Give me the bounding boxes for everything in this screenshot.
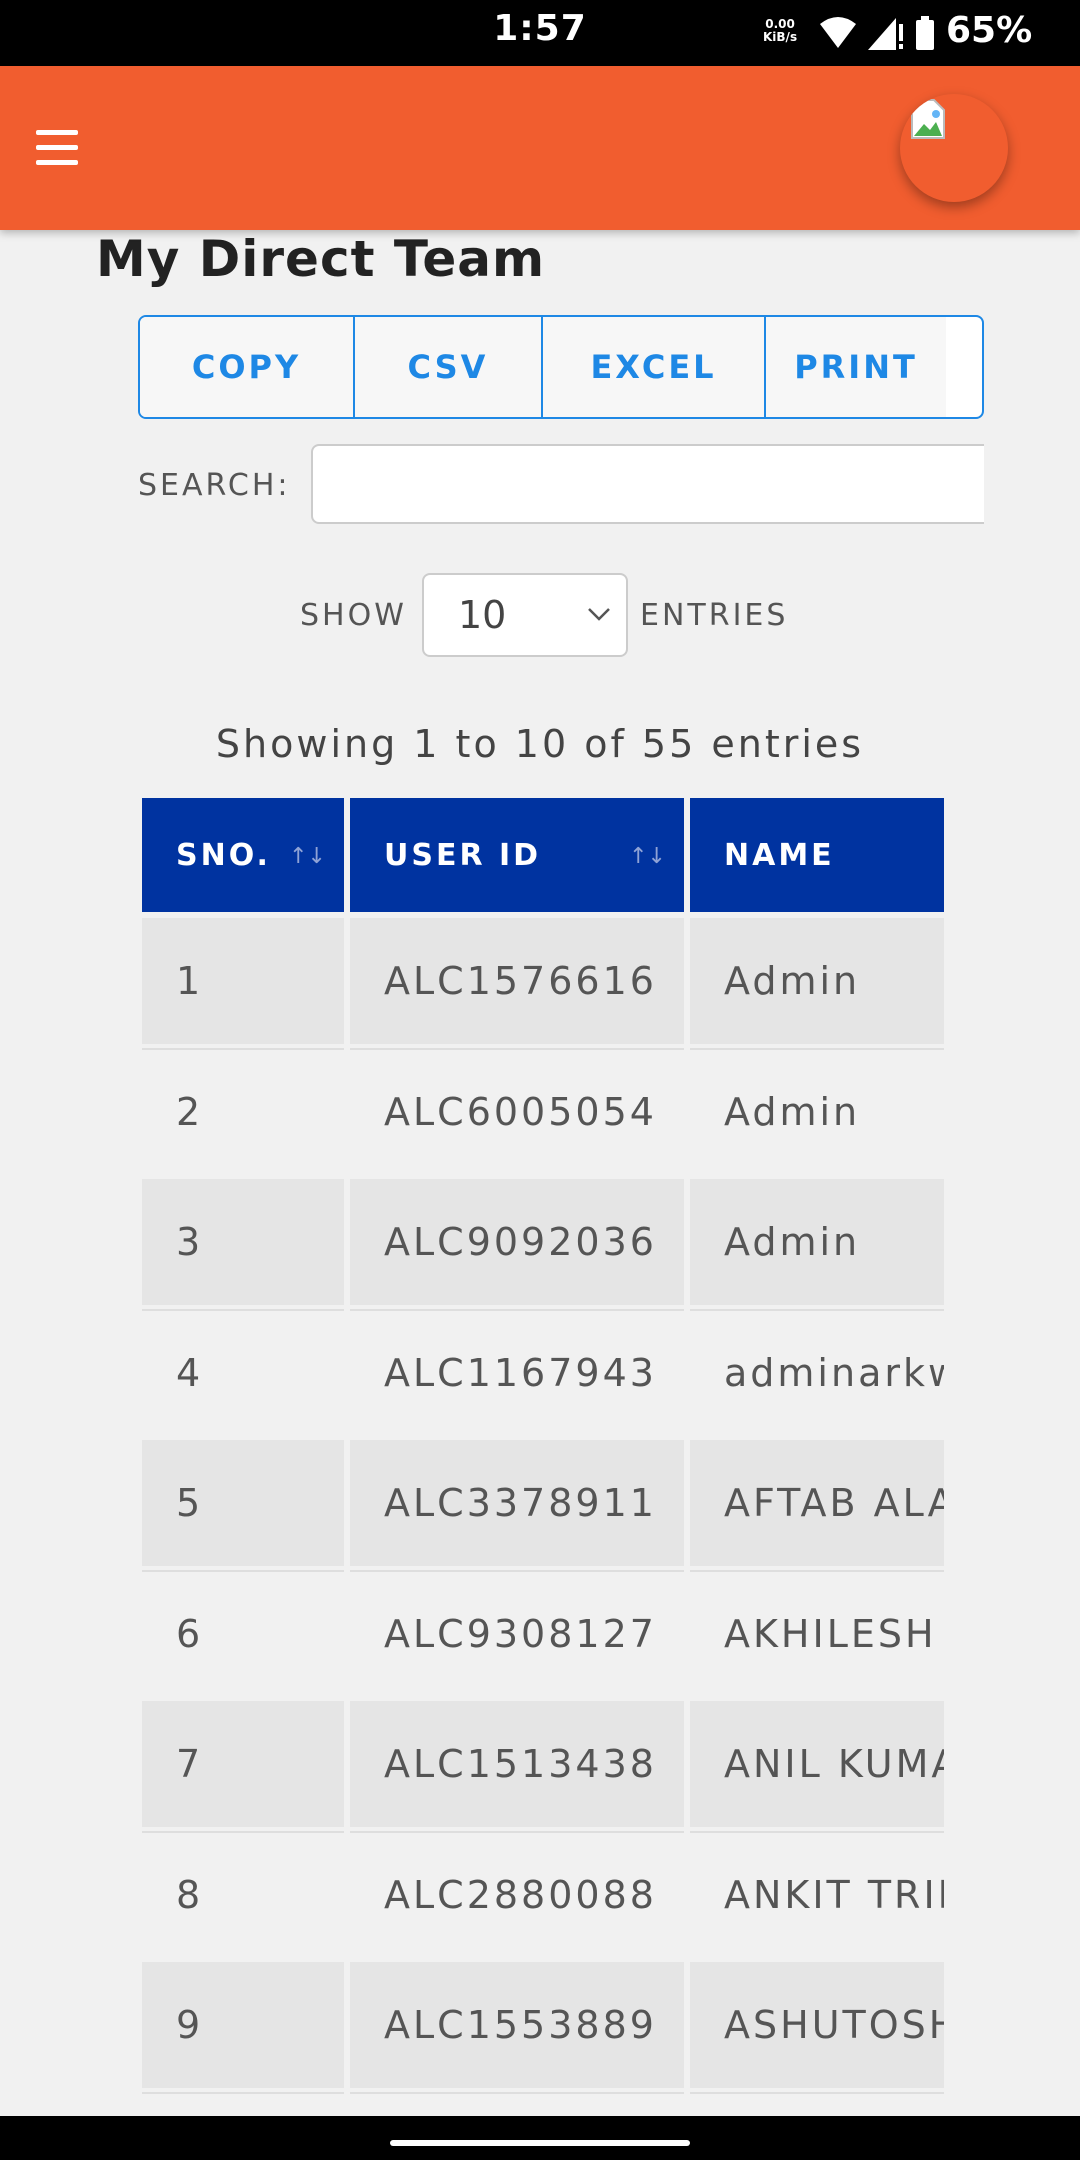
cell-name: adminarkw <box>690 1309 944 1435</box>
column-header-label: USER ID <box>384 837 542 873</box>
column-header-label: NAME <box>724 837 835 873</box>
column-header-label: SNO. <box>176 837 271 873</box>
column-header-name[interactable]: NAME <box>690 798 944 912</box>
cell-name: ANIL KUMA <box>690 1701 944 1827</box>
cellular-signal-icon <box>868 18 903 50</box>
cell-user-id: ALC6005054 <box>350 1048 684 1174</box>
cell-name: Admin <box>690 918 944 1044</box>
cell-name: AKHILESH T <box>690 1570 944 1696</box>
cell-user-id: ALC1167943 <box>350 1309 684 1435</box>
column-header-sno[interactable]: SNO. ↑↓ <box>142 798 344 912</box>
csv-button[interactable]: CSV <box>355 317 543 417</box>
cell-user-id <box>350 2092 684 2116</box>
hamburger-menu-icon[interactable] <box>36 130 78 166</box>
cell-name: Admin <box>690 1048 944 1174</box>
cell-user-id: ALC1576616 <box>350 918 684 1044</box>
page-title: My Direct Team <box>96 230 546 288</box>
user-avatar[interactable] <box>900 94 1008 202</box>
network-speed: 0.00 KiB/s <box>763 18 797 44</box>
home-gesture-handle[interactable] <box>390 2140 690 2146</box>
export-button-group: COPY CSV EXCEL PRINT <box>138 315 984 419</box>
entries-per-page-select[interactable]: 10 <box>422 573 628 657</box>
sort-icon: ↑↓ <box>289 844 326 869</box>
cell-user-id: ALC3378911 <box>350 1440 684 1566</box>
cell-sno: 9 <box>142 1962 344 2088</box>
cell-sno: 5 <box>142 1440 344 1566</box>
show-label: SHOW <box>300 598 407 633</box>
cell-sno: 3 <box>142 1179 344 1305</box>
cell-sno: 7 <box>142 1701 344 1827</box>
copy-button[interactable]: COPY <box>140 317 355 417</box>
network-speed-unit: KiB/s <box>763 30 798 44</box>
cell-user-id: ALC9092036 <box>350 1179 684 1305</box>
cell-user-id: ALC2880088 <box>350 1831 684 1957</box>
status-bar: 1:57 0.00 KiB/s 65% <box>0 0 1080 66</box>
column-header-user-id[interactable]: USER ID ↑↓ <box>350 798 684 912</box>
cell-sno: 6 <box>142 1570 344 1696</box>
cell-sno: 8 <box>142 1831 344 1957</box>
cell-sno: 4 <box>142 1309 344 1435</box>
cell-name: AFTAB ALA <box>690 1440 944 1566</box>
print-button[interactable]: PRINT <box>766 317 946 417</box>
search-label: SEARCH: <box>138 468 291 503</box>
broken-image-icon <box>911 99 945 139</box>
battery-icon <box>916 16 934 50</box>
excel-button[interactable]: EXCEL <box>543 317 766 417</box>
entries-label: ENTRIES <box>640 598 789 633</box>
cell-name: ASHUTOSH <box>690 1962 944 2088</box>
app-header <box>0 66 1080 230</box>
direct-team-table: SNO. ↑↓ USER ID ↑↓ NAME 1 ALC1576616 Adm… <box>142 798 944 2116</box>
cell-name: Admin <box>690 1179 944 1305</box>
cell-user-id: ALC1513438 <box>350 1701 684 1827</box>
entries-per-page-value: 10 <box>458 593 507 637</box>
system-navigation-bar <box>0 2116 1080 2160</box>
sort-icon: ↑↓ <box>629 844 666 869</box>
cell-name: ANKIT TRIP <box>690 1831 944 1957</box>
search-input[interactable] <box>311 444 984 524</box>
cell-sno: 2 <box>142 1048 344 1174</box>
cell-sno: 10 <box>142 2092 344 2116</box>
wifi-icon <box>820 17 856 48</box>
chevron-down-icon <box>588 608 610 621</box>
table-info: Showing 1 to 10 of 55 entries <box>215 722 865 766</box>
battery-percent: 65% <box>946 10 1033 51</box>
cell-sno: 1 <box>142 918 344 1044</box>
cell-user-id: ALC9308127 <box>350 1570 684 1696</box>
cell-user-id: ALC1553889 <box>350 1962 684 2088</box>
cell-name <box>690 2092 944 2116</box>
